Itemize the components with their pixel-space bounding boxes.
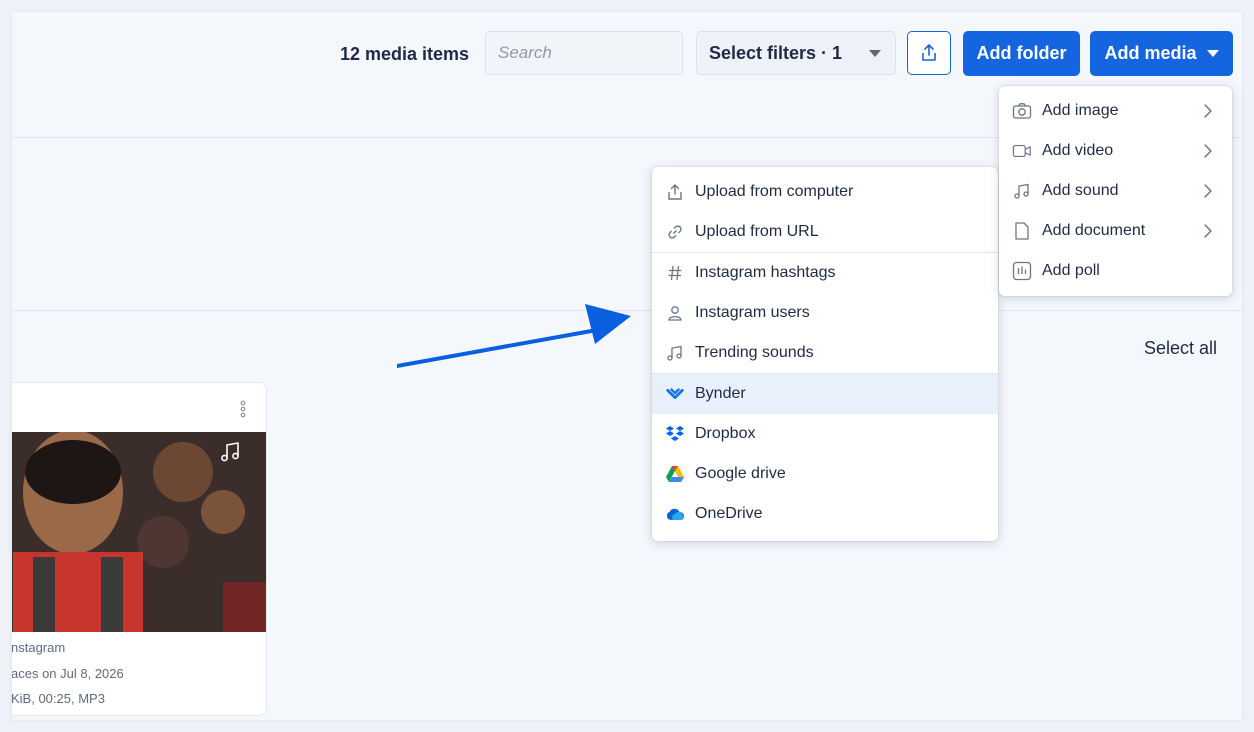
menu-item-label: Google drive bbox=[695, 465, 786, 482]
menu-item-upload-url[interactable]: Upload from URL bbox=[652, 212, 998, 252]
menu-item-label: Dropbox bbox=[695, 425, 756, 442]
menu-item-label: Trending sounds bbox=[695, 344, 814, 361]
link-icon bbox=[665, 222, 685, 242]
menu-item-google-drive[interactable]: Google drive bbox=[652, 454, 998, 494]
user-icon bbox=[665, 303, 685, 323]
camera-icon bbox=[1012, 101, 1032, 121]
menu-item-label: Add video bbox=[1042, 142, 1114, 159]
menu-item-label: Add document bbox=[1042, 222, 1146, 239]
menu-item-label: OneDrive bbox=[695, 505, 763, 522]
select-all-link[interactable]: Select all bbox=[1144, 338, 1217, 359]
add-media-label: Add media bbox=[1104, 43, 1197, 63]
media-source: nstagram bbox=[12, 640, 66, 655]
menu-item-add-video[interactable]: Add video bbox=[999, 131, 1232, 171]
menu-item-add-sound[interactable]: Add sound bbox=[999, 171, 1232, 211]
dropbox-logo-icon bbox=[665, 424, 685, 444]
menu-item-label: Upload from URL bbox=[695, 223, 819, 240]
menu-item-label: Instagram users bbox=[695, 304, 810, 321]
media-info: KiB, 00:25, MP3 bbox=[12, 691, 105, 706]
music-note-icon bbox=[1012, 181, 1032, 201]
annotation-arrow bbox=[397, 304, 631, 368]
sources-menu: Upload from computer Upload from URL Ins… bbox=[652, 167, 998, 541]
menu-item-trending-sounds[interactable]: Trending sounds bbox=[652, 333, 998, 373]
media-card[interactable]: nstagram aces on Jul 8, 2026 KiB, 00:25,… bbox=[12, 382, 267, 716]
add-media-menu: Add image Add video Add sound Add docume… bbox=[999, 86, 1232, 296]
menu-item-upload-computer[interactable]: Upload from computer bbox=[652, 172, 998, 212]
filters-select[interactable]: Select filters · 1 bbox=[696, 31, 896, 75]
music-note-icon bbox=[221, 442, 239, 462]
media-thumbnail[interactable] bbox=[12, 432, 266, 632]
document-icon bbox=[1012, 221, 1032, 241]
caret-down-icon bbox=[1207, 50, 1219, 57]
menu-item-add-document[interactable]: Add document bbox=[999, 211, 1232, 251]
hashtag-icon bbox=[665, 263, 685, 283]
add-folder-button[interactable]: Add folder bbox=[963, 31, 1080, 76]
bynder-logo-icon bbox=[665, 384, 685, 404]
poll-icon bbox=[1012, 261, 1032, 281]
menu-item-label: Add poll bbox=[1042, 262, 1100, 279]
menu-item-instagram-hashtags[interactable]: Instagram hashtags bbox=[652, 253, 998, 293]
upload-button[interactable] bbox=[907, 31, 951, 75]
add-media-button[interactable]: Add media bbox=[1090, 31, 1233, 76]
menu-item-onedrive[interactable]: OneDrive bbox=[652, 494, 998, 534]
chevron-right-icon bbox=[1204, 104, 1212, 118]
upload-icon bbox=[665, 182, 685, 202]
music-note-icon bbox=[665, 343, 685, 363]
chevron-right-icon bbox=[1204, 144, 1212, 158]
search-input[interactable] bbox=[485, 31, 683, 75]
chevron-right-icon bbox=[1204, 224, 1212, 238]
menu-item-label: Upload from computer bbox=[695, 183, 854, 200]
menu-item-instagram-users[interactable]: Instagram users bbox=[652, 293, 998, 333]
menu-item-label: Add image bbox=[1042, 102, 1119, 119]
more-options-icon[interactable] bbox=[239, 400, 247, 418]
menu-item-add-poll[interactable]: Add poll bbox=[999, 251, 1232, 291]
menu-item-dropbox[interactable]: Dropbox bbox=[652, 414, 998, 454]
caret-down-icon bbox=[869, 50, 881, 57]
menu-item-add-image[interactable]: Add image bbox=[999, 91, 1232, 131]
media-count-label: 12 media items bbox=[340, 44, 470, 64]
google-drive-logo-icon bbox=[665, 464, 685, 484]
media-date: aces on Jul 8, 2026 bbox=[12, 666, 124, 681]
upload-icon bbox=[922, 44, 936, 61]
menu-item-bynder[interactable]: Bynder bbox=[652, 374, 998, 414]
chevron-right-icon bbox=[1204, 184, 1212, 198]
menu-item-label: Bynder bbox=[695, 385, 746, 402]
video-icon bbox=[1012, 141, 1032, 161]
media-library-window: 12 media items Select filters · 1 Add fo… bbox=[12, 12, 1242, 720]
menu-item-label: Instagram hashtags bbox=[695, 264, 836, 281]
onedrive-logo-icon bbox=[665, 504, 685, 524]
menu-item-label: Add sound bbox=[1042, 182, 1119, 199]
filters-label: Select filters · 1 bbox=[709, 42, 843, 63]
